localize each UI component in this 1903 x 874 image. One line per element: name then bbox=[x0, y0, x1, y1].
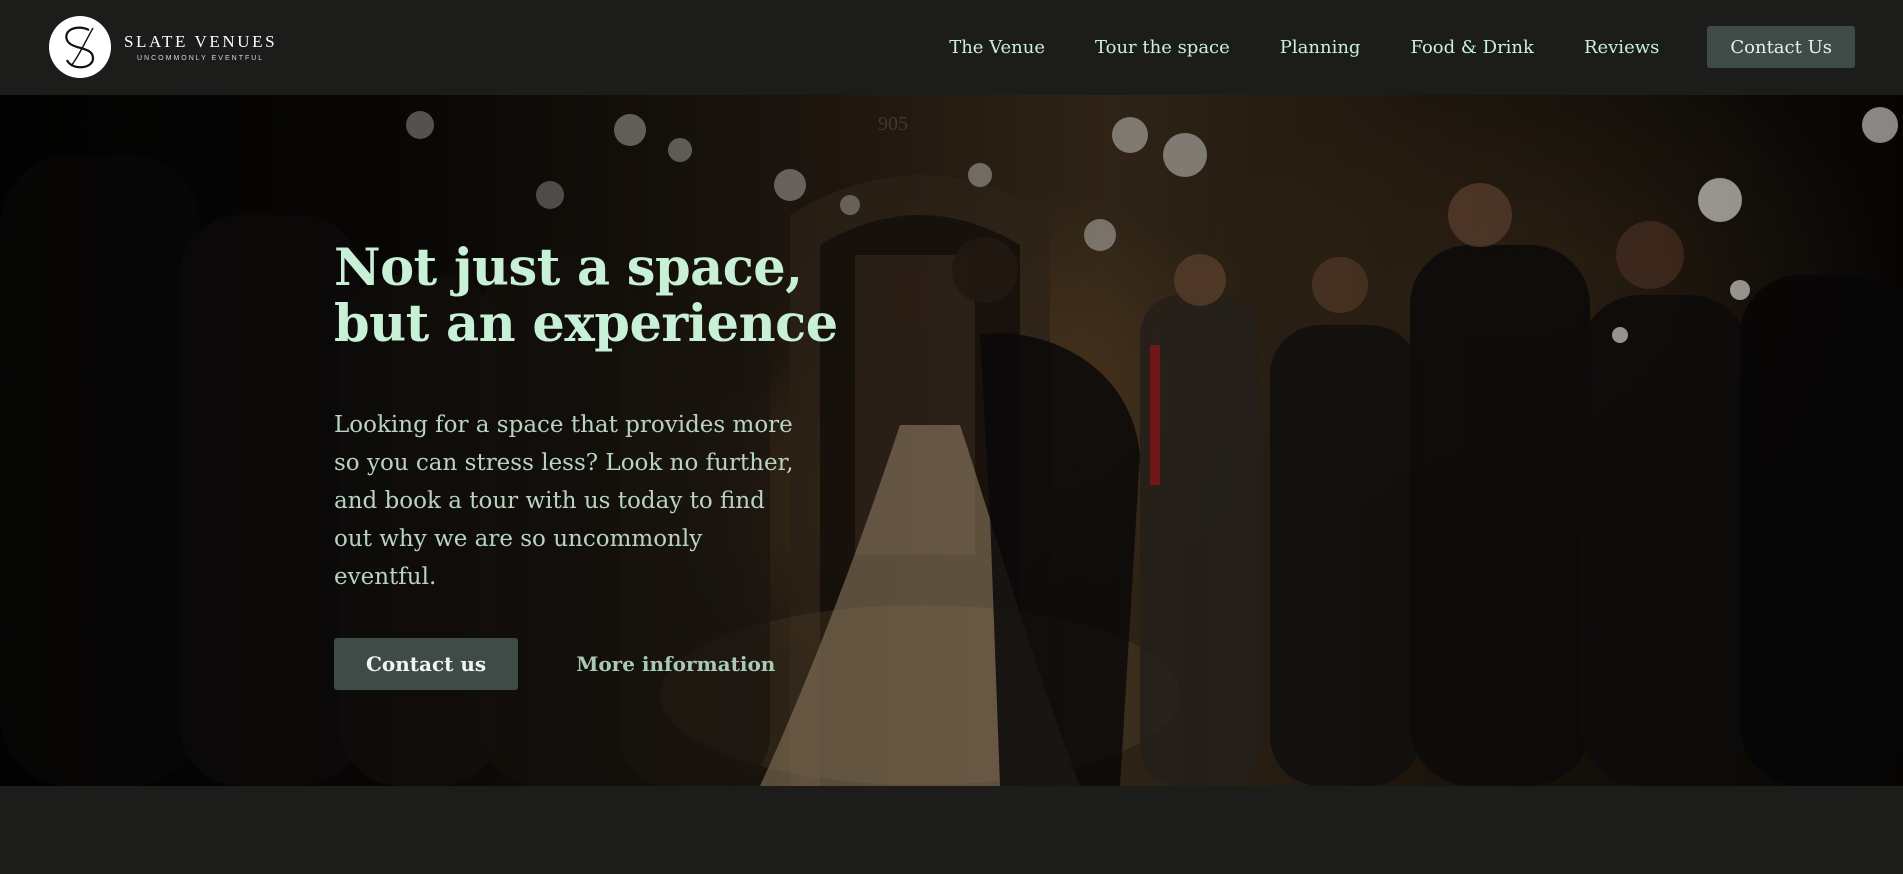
brand-name: SLATE VENUES bbox=[124, 32, 278, 51]
nav-item-planning[interactable]: Planning bbox=[1280, 37, 1361, 58]
nav-item-reviews[interactable]: Reviews bbox=[1584, 37, 1659, 58]
hero-title: Not just a space, but an experience bbox=[334, 238, 838, 354]
main-nav: The Venue Tour the space Planning Food &… bbox=[949, 26, 1855, 68]
more-information-link[interactable]: More information bbox=[576, 652, 775, 676]
contact-us-button[interactable]: Contact us bbox=[334, 638, 519, 690]
hero-actions: Contact us More information bbox=[334, 638, 775, 690]
slate-s-monogram-icon bbox=[49, 16, 111, 78]
contact-us-nav-button[interactable]: Contact Us bbox=[1707, 26, 1855, 68]
site-header: SLATE VENUES UNCOMMONLY EVENTFUL The Ven… bbox=[0, 0, 1903, 95]
nav-item-the-venue[interactable]: The Venue bbox=[949, 37, 1045, 58]
hero-description: Looking for a space that provides more s… bbox=[334, 412, 794, 590]
nav-item-food-drink[interactable]: Food & Drink bbox=[1410, 37, 1533, 58]
hero-content: Not just a space, but an experience Look… bbox=[334, 240, 854, 596]
next-section bbox=[0, 786, 1903, 874]
logo[interactable]: SLATE VENUES UNCOMMONLY EVENTFUL bbox=[49, 16, 277, 78]
hero-overlay bbox=[0, 95, 1903, 786]
nav-item-tour-the-space[interactable]: Tour the space bbox=[1095, 37, 1230, 58]
logo-text: SLATE VENUES UNCOMMONLY EVENTFUL bbox=[124, 32, 277, 62]
hero-section: 905 bbox=[0, 95, 1903, 786]
brand-tagline: UNCOMMONLY EVENTFUL bbox=[137, 55, 265, 62]
